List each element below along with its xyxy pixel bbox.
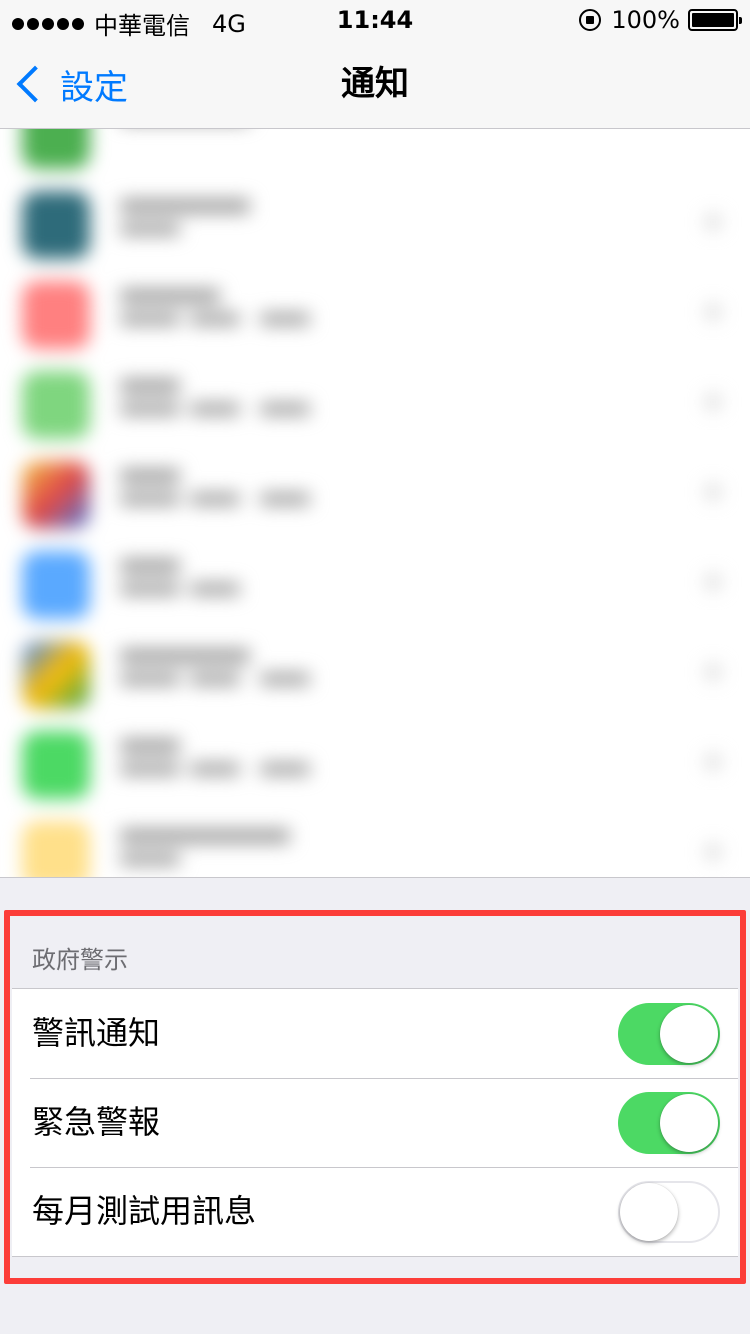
chevron-right-icon — [706, 665, 720, 679]
list-item[interactable] — [0, 271, 750, 361]
status-right: 100% — [579, 6, 742, 34]
alert-row-warning: 警訊通知 — [12, 989, 738, 1078]
app-icon — [22, 461, 90, 529]
list-item[interactable] — [0, 631, 750, 721]
status-bar: 中華電信 4G 11:44 100% — [0, 0, 750, 40]
alert-label: 警訊通知 — [32, 1014, 161, 1052]
app-icon — [22, 731, 90, 799]
app-icon — [22, 129, 90, 169]
app-icon — [22, 371, 90, 439]
list-item[interactable] — [0, 541, 750, 631]
battery-percentage: 100% — [611, 6, 680, 34]
blurred-content — [0, 129, 750, 877]
section-header: 政府警示 — [12, 914, 738, 989]
page-title: 通知 — [341, 64, 409, 104]
list-item[interactable] — [0, 811, 750, 877]
app-icon — [22, 281, 90, 349]
toggle-knob — [620, 1183, 678, 1241]
list-item[interactable] — [0, 721, 750, 811]
chevron-right-icon — [706, 755, 720, 769]
list-item[interactable] — [0, 181, 750, 271]
emergency-alerts-toggle[interactable] — [618, 1092, 720, 1154]
toggle-knob — [660, 1094, 718, 1152]
chevron-right-icon — [706, 485, 720, 499]
monthly-test-toggle[interactable] — [618, 1181, 720, 1243]
app-icon — [22, 551, 90, 619]
warning-alerts-toggle[interactable] — [618, 1003, 720, 1065]
alert-row-emergency: 緊急警報 — [12, 1078, 738, 1167]
chevron-right-icon — [706, 305, 720, 319]
list-item[interactable] — [0, 361, 750, 451]
app-icon — [22, 191, 90, 259]
app-icon — [22, 821, 90, 877]
alert-row-monthly-test: 每月測試用訊息 — [12, 1167, 738, 1256]
chevron-right-icon — [706, 845, 720, 859]
app-icon — [22, 641, 90, 709]
list-item[interactable] — [0, 129, 750, 181]
chevron-right-icon — [706, 215, 720, 229]
government-alerts-section: 政府警示 警訊通知 緊急警報 每月測試用訊息 — [12, 914, 738, 1270]
government-alerts-list: 警訊通知 緊急警報 每月測試用訊息 — [12, 989, 738, 1257]
navigation-bar: 設定 通知 — [0, 40, 750, 129]
app-notification-list — [0, 129, 750, 878]
alert-label: 緊急警報 — [32, 1103, 161, 1141]
alert-label: 每月測試用訊息 — [32, 1192, 257, 1230]
chevron-right-icon — [706, 575, 720, 589]
rotation-lock-icon — [579, 9, 602, 31]
list-item[interactable] — [0, 451, 750, 541]
chevron-right-icon — [706, 395, 720, 409]
toggle-knob — [660, 1005, 718, 1063]
battery-icon — [688, 9, 742, 31]
